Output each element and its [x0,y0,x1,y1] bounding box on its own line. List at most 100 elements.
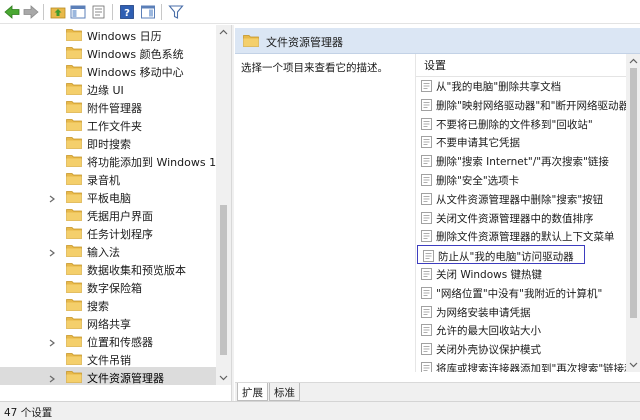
setting-label: 从文件资源管理器中删除"搜索"按钮 [436,193,604,206]
tree-item[interactable]: 文件吊销 [0,349,216,369]
tree-item[interactable]: 文件资源管理器 [0,367,216,385]
setting-row[interactable]: 关闭文件资源管理器中的数值排序 [416,208,640,227]
settings-scrollbar-thumb[interactable] [630,68,637,318]
settings-column-header[interactable]: 设置 [424,57,446,73]
tab-extended[interactable]: 扩展 [237,383,268,401]
setting-row[interactable]: 关闭 Windows 键热键 [416,264,640,283]
up-folder-icon[interactable] [49,3,67,21]
setting-row[interactable]: 不要将已删除的文件移到"回收站" [416,114,640,133]
tree-panel: Windows 日历 Windows 颜色系统 Windows 移动中心 边缘 UI 附… [0,25,232,385]
tree-item[interactable]: 将功能添加到 Windows 10 [0,151,223,171]
policy-setting-icon [421,362,432,372]
tree-item[interactable]: 任务计划程序 [0,223,216,243]
tree-item[interactable]: 工作文件夹 [0,115,216,135]
policy-setting-icon [421,155,432,168]
tree-item-label: 数字保险箱 [87,282,142,295]
tree-item[interactable]: 位置和传感器 [0,331,216,351]
back-arrow-icon[interactable] [3,3,21,21]
tree-item[interactable]: 数字保险箱 [0,277,216,297]
tree-item-label: 输入法 [87,246,120,259]
pane-splitter[interactable] [231,25,234,401]
status-bar: 47 个设置 [0,401,640,420]
setting-label: 防止从"我的电脑"访问驱动器 [438,251,574,264]
policy-setting-icon [421,343,432,356]
tree-item[interactable]: 边缘 UI [0,79,216,99]
policy-setting-icon [421,211,432,224]
folder-icon [66,334,82,347]
tree-item-label: 将功能添加到 Windows 10 [87,156,224,169]
tree-item[interactable]: Windows 移动中心 [0,61,216,81]
tree-scrollbar-thumb[interactable] [220,205,227,355]
toolbar-separator [112,4,113,20]
setting-label: 允许的最大回收站大小 [436,325,541,338]
forward-arrow-icon[interactable] [22,3,40,21]
setting-label: 删除"映射网络驱动器"和"断开网络驱动器" [436,99,634,112]
filter-icon[interactable] [167,3,185,21]
setting-row[interactable]: 关闭外壳协议保护模式 [416,339,640,358]
folder-icon [66,226,82,239]
tree-item[interactable]: 即时搜索 [0,133,216,153]
setting-label: 为网络安装申请凭据 [436,306,531,319]
tree-item[interactable]: 凭据用户界面 [0,205,216,225]
setting-label: 删除文件资源管理器的默认上下文菜单 [436,231,615,244]
setting-row[interactable]: 从文件资源管理器中删除"搜索"按钮 [416,189,640,208]
setting-row[interactable]: 将库或搜索连接器添加到"再次搜索"链接和 [416,358,640,372]
scroll-up-arrow-icon[interactable] [629,57,638,66]
tree-item[interactable]: Windows 日历 [0,25,216,45]
folder-icon [66,82,82,95]
tree-scrollbar[interactable] [216,25,231,385]
setting-row[interactable]: 为网络安装申请凭据 [416,302,640,321]
tree-item[interactable]: Windows 颜色系统 [0,43,216,63]
tree-item-label: 凭据用户界面 [87,210,153,223]
tree-item-label: 数据收集和预览版本 [87,264,186,277]
setting-label: 关闭文件资源管理器中的数值排序 [436,212,594,225]
setting-row[interactable]: 删除文件资源管理器的默认上下文菜单 [416,226,640,245]
tree-item-label: Windows 移动中心 [87,66,184,79]
policy-setting-icon [421,286,432,299]
chevron-right-icon[interactable] [48,193,56,203]
setting-row[interactable]: 允许的最大回收站大小 [416,320,640,339]
policy-setting-icon [421,80,432,92]
svg-text:?: ? [124,8,130,19]
folder-icon [66,370,82,383]
tree-item[interactable]: 数据收集和预览版本 [0,259,216,279]
extended-view-icon[interactable] [139,3,157,21]
setting-row[interactable]: 防止从"我的电脑"访问驱动器 [417,245,585,265]
tree-item[interactable]: 附件管理器 [0,97,216,117]
export-list-icon[interactable] [90,3,108,21]
settings-scrollbar[interactable] [626,54,640,372]
toolbar-separator [43,4,44,20]
setting-row[interactable]: "网络位置"中没有"我附近的计算机" [416,283,640,302]
tab-standard[interactable]: 标准 [269,383,300,401]
folder-icon [66,154,82,167]
show-hide-tree-icon[interactable] [69,3,87,21]
scroll-down-arrow-icon[interactable] [219,373,228,382]
policy-setting-icon [423,250,434,263]
setting-row[interactable]: 从"我的电脑"删除共享文档 [416,76,640,95]
scroll-up-arrow-icon[interactable] [219,28,228,37]
tree-item-label: 附件管理器 [87,102,142,115]
toolbar-separator [161,4,162,20]
scroll-down-arrow-icon[interactable] [629,360,638,369]
setting-label: 不要申请其它凭据 [436,137,520,150]
setting-label: 关闭 Windows 键热键 [436,269,543,281]
chevron-right-icon[interactable] [48,373,56,383]
folder-icon [66,46,82,59]
tree-item[interactable]: 录音机 [0,169,216,189]
setting-row[interactable]: 不要申请其它凭据 [416,132,640,151]
setting-row[interactable]: 删除"映射网络驱动器"和"断开网络驱动器" [416,95,640,114]
settings-list: 设置 从"我的电脑"删除共享文档删除"映射网络驱动器"和"断开网络驱动器" 不要将… [415,54,640,372]
policy-setting-icon [421,98,432,111]
tree-item-label: 录音机 [87,174,120,187]
tree-item-label: 网络共享 [87,318,131,331]
chevron-right-icon[interactable] [48,337,56,347]
tree-item[interactable]: 网络共享 [0,313,216,333]
chevron-right-icon[interactable] [48,247,56,257]
tree-item[interactable]: 搜索 [0,295,216,315]
tree-item[interactable]: 平板电脑 [0,187,216,207]
setting-row[interactable]: 删除"安全"选项卡 [416,170,640,189]
setting-row[interactable]: 删除"搜索 Internet"/"再次搜索"链接 [416,151,640,170]
help-icon[interactable]: ? [118,3,136,21]
folder-icon [66,352,82,365]
tree-item[interactable]: 输入法 [0,241,216,261]
